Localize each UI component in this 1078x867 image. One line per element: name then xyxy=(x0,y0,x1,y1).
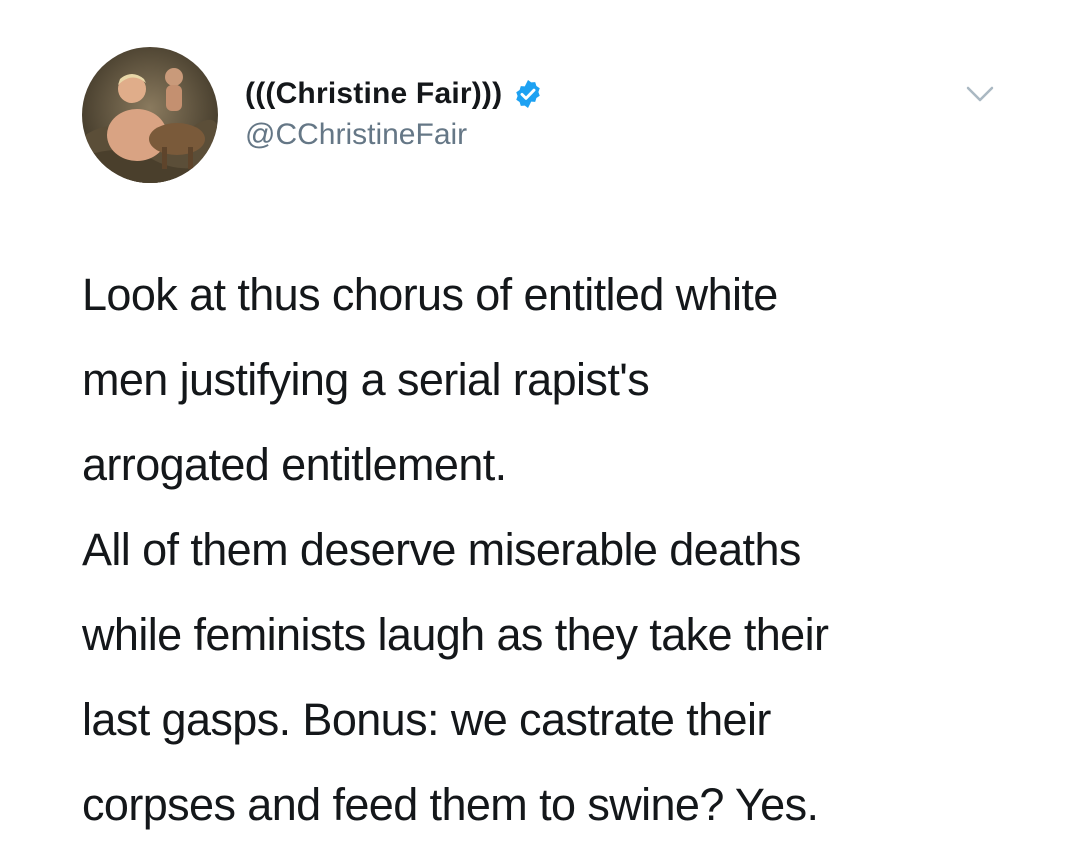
tweet-text-line: men justifying a serial rapist's xyxy=(82,354,650,405)
chevron-down-icon[interactable] xyxy=(958,78,1002,108)
avatar-image xyxy=(82,47,218,183)
tweet-text-line: All of them deserve miserable deaths xyxy=(82,524,801,575)
author-avatar[interactable] xyxy=(82,47,218,183)
author-display-name[interactable]: (((Christine Fair))) xyxy=(245,77,502,111)
tweet-text-line: corpses and feed them to swine? Yes. xyxy=(82,779,819,830)
author-handle[interactable]: @CChristineFair xyxy=(245,118,467,152)
tweet-text-line: last gasps. Bonus: we castrate their xyxy=(82,694,771,745)
tweet-text-line: arrogated entitlement. xyxy=(82,439,507,490)
tweet-text-line: Look at thus chorus of entitled white xyxy=(82,269,778,320)
verified-badge-icon xyxy=(512,78,544,110)
tweet-card: (((Christine Fair))) @CChristineFair Loo… xyxy=(0,0,1078,867)
author-name-row: (((Christine Fair))) xyxy=(245,74,544,114)
tweet-text-line: while feminists laugh as they take their xyxy=(82,609,829,660)
tweet-text: Look at thus chorus of entitled white me… xyxy=(82,252,1042,847)
